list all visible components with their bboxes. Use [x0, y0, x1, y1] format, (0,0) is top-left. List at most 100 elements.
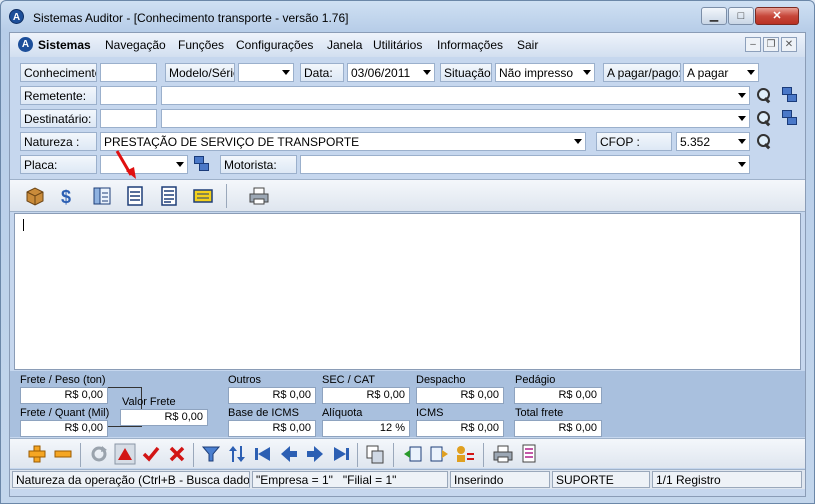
toolbar-separator	[80, 443, 81, 467]
frete-quant-label: Frete / Quant (Mil)	[20, 407, 110, 419]
frete-peso-field[interactable]: R$ 0,00	[20, 387, 108, 404]
cancel-icon[interactable]	[166, 443, 188, 465]
svg-text:$: $	[61, 187, 71, 207]
valor-frete-field[interactable]: R$ 0,00	[120, 409, 208, 426]
menu-sistemas[interactable]: Sistemas	[38, 38, 91, 52]
sort-icon[interactable]	[226, 443, 248, 465]
mdi-close-button[interactable]: ✕	[781, 37, 797, 52]
base-icms-label: Base de ICMS	[228, 407, 299, 419]
lookup-icon[interactable]	[782, 87, 798, 103]
situacao-value: Não impresso	[499, 66, 574, 80]
previous-record-icon[interactable]	[278, 443, 300, 465]
status-context: "Empresa = 1" "Filial = 1"	[252, 471, 448, 488]
menu-bar: A Sistemas Navegação Funções Configuraçõ…	[10, 33, 805, 57]
search-icon[interactable]	[756, 133, 772, 149]
motorista-select[interactable]	[300, 155, 750, 174]
sec-cat-field[interactable]: R$ 0,00	[322, 387, 410, 404]
natureza-select[interactable]: PRESTAÇÃO DE SERVIÇO DE TRANSPORTE	[100, 132, 586, 151]
total-frete-label: Total frete	[515, 407, 564, 419]
confirm-icon[interactable]	[140, 443, 162, 465]
user-list-icon[interactable]	[454, 443, 476, 465]
lookup-icon[interactable]	[782, 110, 798, 126]
chevron-down-icon	[574, 139, 582, 144]
copy-icon[interactable]	[364, 443, 386, 465]
text-editor[interactable]	[14, 213, 801, 370]
search-icon[interactable]	[756, 87, 772, 103]
mdi-restore-button[interactable]: ❐	[763, 37, 779, 52]
cfop-value: 5.352	[680, 135, 711, 149]
search-icon[interactable]	[756, 110, 772, 126]
report-icon[interactable]	[518, 443, 540, 465]
invoice-icon[interactable]	[192, 185, 214, 207]
outros-field[interactable]: R$ 0,00	[228, 387, 316, 404]
base-icms-field[interactable]: R$ 0,00	[228, 420, 316, 437]
print-icon[interactable]	[492, 443, 514, 465]
natureza-label: Natureza :	[20, 132, 97, 151]
cfop-select[interactable]: 5.352	[676, 132, 750, 151]
warning-icon[interactable]	[114, 443, 136, 465]
export-icon[interactable]	[428, 443, 450, 465]
close-button[interactable]: ✕	[755, 7, 799, 25]
valor-frete-label: Valor Frete	[122, 396, 176, 408]
modelo-select[interactable]	[238, 63, 294, 82]
aliquota-field[interactable]: 12 %	[322, 420, 410, 437]
pedagio-label: Pedágio	[515, 374, 556, 386]
menu-informacoes[interactable]: Informações	[437, 38, 503, 52]
apagar-select[interactable]: A pagar	[683, 63, 759, 82]
last-record-icon[interactable]	[330, 443, 352, 465]
data-picker[interactable]: 03/06/2011	[347, 63, 435, 82]
destinatario-label: Destinatário:	[20, 109, 97, 128]
icms-field[interactable]: R$ 0,00	[416, 420, 504, 437]
title-bar[interactable]: A Sistemas Auditor - [Conhecimento trans…	[1, 1, 814, 32]
import-icon[interactable]	[402, 443, 424, 465]
remetente-select[interactable]	[161, 86, 750, 105]
despacho-label: Despacho	[416, 374, 466, 386]
first-record-icon[interactable]	[252, 443, 274, 465]
menu-configuracoes[interactable]: Configurações	[236, 38, 313, 52]
status-user: SUPORTE	[552, 471, 650, 488]
menu-sair[interactable]: Sair	[517, 38, 538, 52]
menu-funcoes[interactable]: Funções	[178, 38, 224, 52]
modelo-label: Modelo/Série:	[165, 63, 235, 82]
add-icon[interactable]	[26, 443, 48, 465]
menu-navegacao[interactable]: Navegação	[105, 38, 166, 52]
situacao-select[interactable]: Não impresso	[495, 63, 595, 82]
pedagio-field[interactable]: R$ 0,00	[514, 387, 602, 404]
frete-quant-field[interactable]: R$ 0,00	[20, 420, 108, 437]
mdi-minimize-button[interactable]: –	[745, 37, 761, 52]
mdi-client: A Sistemas Navegação Funções Configuraçõ…	[9, 32, 806, 497]
menu-utilitarios[interactable]: Utilitários	[373, 38, 422, 52]
toolbar-separator	[357, 443, 358, 467]
remetente-code-field[interactable]	[100, 86, 157, 105]
money-icon[interactable]: $	[57, 185, 79, 207]
menu-janela[interactable]: Janela	[327, 38, 362, 52]
conhecimento-field[interactable]	[100, 63, 157, 82]
toolbar-separator	[226, 184, 227, 208]
package-icon[interactable]	[24, 185, 46, 207]
minimize-button[interactable]: ▁	[701, 7, 727, 25]
remetente-label: Remetente:	[20, 86, 97, 105]
status-mode: Inserindo	[450, 471, 550, 488]
next-record-icon[interactable]	[304, 443, 326, 465]
maximize-button[interactable]: □	[728, 7, 754, 25]
lookup-icon[interactable]	[194, 156, 210, 172]
placa-label: Placa:	[20, 155, 97, 174]
document-icon[interactable]	[124, 185, 146, 207]
remove-icon[interactable]	[52, 443, 74, 465]
printer-icon[interactable]	[248, 185, 270, 207]
sec-cat-label: SEC / CAT	[322, 374, 375, 386]
chevron-down-icon	[738, 162, 746, 167]
destinatario-select[interactable]	[161, 109, 750, 128]
status-records: 1/1 Registro	[652, 471, 802, 488]
text-caret	[23, 219, 24, 231]
toolbar-separator	[193, 443, 194, 467]
filter-icon[interactable]	[200, 443, 222, 465]
app-logo-icon: A	[9, 9, 24, 24]
document-lines-icon[interactable]	[158, 185, 180, 207]
total-frete-field[interactable]: R$ 0,00	[514, 420, 602, 437]
despacho-field[interactable]: R$ 0,00	[416, 387, 504, 404]
notes-icon[interactable]	[91, 185, 113, 207]
destinatario-code-field[interactable]	[100, 109, 157, 128]
situacao-label: Situação:	[440, 63, 492, 82]
refresh-icon[interactable]	[88, 443, 110, 465]
